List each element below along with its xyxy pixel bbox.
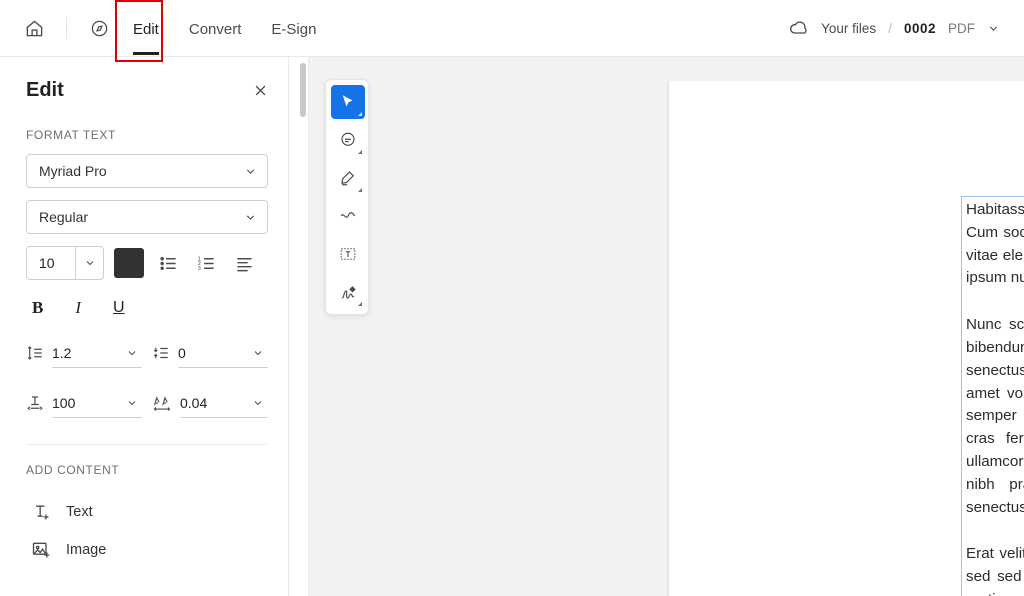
text-color-swatch[interactable]	[114, 248, 144, 278]
tab-edit[interactable]: Edit	[133, 2, 159, 55]
paragraph: Habitasse platea dictumst quisque sagitt…	[966, 199, 1024, 290]
bullet-list-icon[interactable]	[154, 249, 182, 277]
font-size-select[interactable]: 10	[26, 246, 104, 280]
section-format-text: FORMAT TEXT	[26, 128, 268, 142]
breadcrumb-type: PDF	[948, 21, 975, 36]
font-weight-value: Regular	[39, 209, 88, 225]
chevron-down-icon[interactable]	[987, 22, 1000, 35]
tab-convert[interactable]: Convert	[189, 2, 242, 55]
breadcrumb-root: Your files	[821, 21, 876, 36]
add-image-button[interactable]: Image	[26, 531, 268, 569]
add-image-label: Image	[66, 542, 106, 558]
line-spacing-value: 1.2	[52, 345, 71, 361]
font-family-value: Myriad Pro	[39, 163, 107, 179]
add-text-label: Text	[66, 504, 93, 520]
horiz-scale-icon	[26, 394, 44, 412]
edit-panel: Edit FORMAT TEXT Myriad Pro Regular 10	[0, 57, 289, 596]
underline-button[interactable]: U	[113, 299, 125, 317]
divider	[66, 17, 67, 39]
tab-esign[interactable]: E-Sign	[271, 2, 316, 55]
scrollbar-gutter	[289, 57, 309, 596]
document-canvas: Habitasse platea dictumst quisque sagitt…	[289, 57, 1024, 596]
char-spacing-icon	[152, 394, 172, 412]
char-spacing-field[interactable]: 0.04	[152, 388, 268, 418]
chevron-down-icon	[244, 211, 257, 224]
add-image-icon	[30, 539, 52, 561]
top-bar: Edit Convert E-Sign Your files / 0002 PD…	[0, 0, 1024, 57]
scrollbar-thumb[interactable]	[300, 63, 306, 117]
para-spacing-field[interactable]: 0	[152, 338, 268, 368]
chevron-down-icon	[244, 165, 257, 178]
chevron-down-icon	[126, 347, 138, 359]
align-icon[interactable]	[230, 249, 258, 277]
line-spacing-field[interactable]: 1.2	[26, 338, 142, 368]
para-spacing-value: 0	[178, 345, 186, 361]
numbered-list-icon[interactable]: 123	[192, 249, 220, 277]
panel-title: Edit	[26, 79, 64, 102]
draw-tool[interactable]	[331, 199, 365, 233]
text-block[interactable]: Habitasse platea dictumst quisque sagitt…	[961, 196, 1024, 596]
chevron-down-icon	[75, 247, 103, 279]
text-box-tool[interactable]	[331, 237, 365, 271]
select-tool[interactable]	[331, 85, 365, 119]
nav-tabs: Edit Convert E-Sign	[133, 2, 316, 55]
font-weight-select[interactable]: Regular	[26, 200, 268, 234]
chevron-down-icon	[252, 347, 264, 359]
compass-icon[interactable]	[89, 18, 109, 38]
home-icon[interactable]	[24, 18, 44, 38]
char-spacing-value: 0.04	[180, 395, 207, 411]
chevron-down-icon	[252, 397, 264, 409]
breadcrumb[interactable]: Your files / 0002 PDF	[789, 18, 1000, 38]
line-spacing-icon	[26, 344, 44, 362]
close-icon[interactable]	[253, 83, 268, 98]
font-family-select[interactable]: Myriad Pro	[26, 154, 268, 188]
pdf-page[interactable]: Habitasse platea dictumst quisque sagitt…	[669, 81, 1024, 596]
section-add-content: ADD CONTENT	[26, 463, 268, 477]
horiz-scale-field[interactable]: 100	[26, 388, 142, 418]
comment-tool[interactable]	[331, 123, 365, 157]
breadcrumb-sep: /	[888, 21, 892, 36]
italic-button[interactable]: I	[75, 298, 81, 318]
para-spacing-icon	[152, 344, 170, 362]
cloud-icon	[789, 18, 809, 38]
svg-text:3: 3	[197, 265, 200, 271]
add-text-icon	[30, 501, 52, 523]
chevron-down-icon	[126, 397, 138, 409]
bold-button[interactable]: B	[32, 298, 43, 318]
paragraph: Nunc scelerisque viverra mauris in aliqu…	[966, 314, 1024, 519]
horiz-scale-value: 100	[52, 395, 75, 411]
sign-tool[interactable]	[331, 275, 365, 309]
font-size-value: 10	[27, 255, 75, 271]
annotation-toolbar	[325, 79, 369, 315]
breadcrumb-doc: 0002	[904, 21, 936, 36]
paragraph: Erat velit scelerisque in dictum non con…	[966, 543, 1024, 596]
add-text-button[interactable]: Text	[26, 493, 268, 531]
highlight-tool[interactable]	[331, 161, 365, 195]
